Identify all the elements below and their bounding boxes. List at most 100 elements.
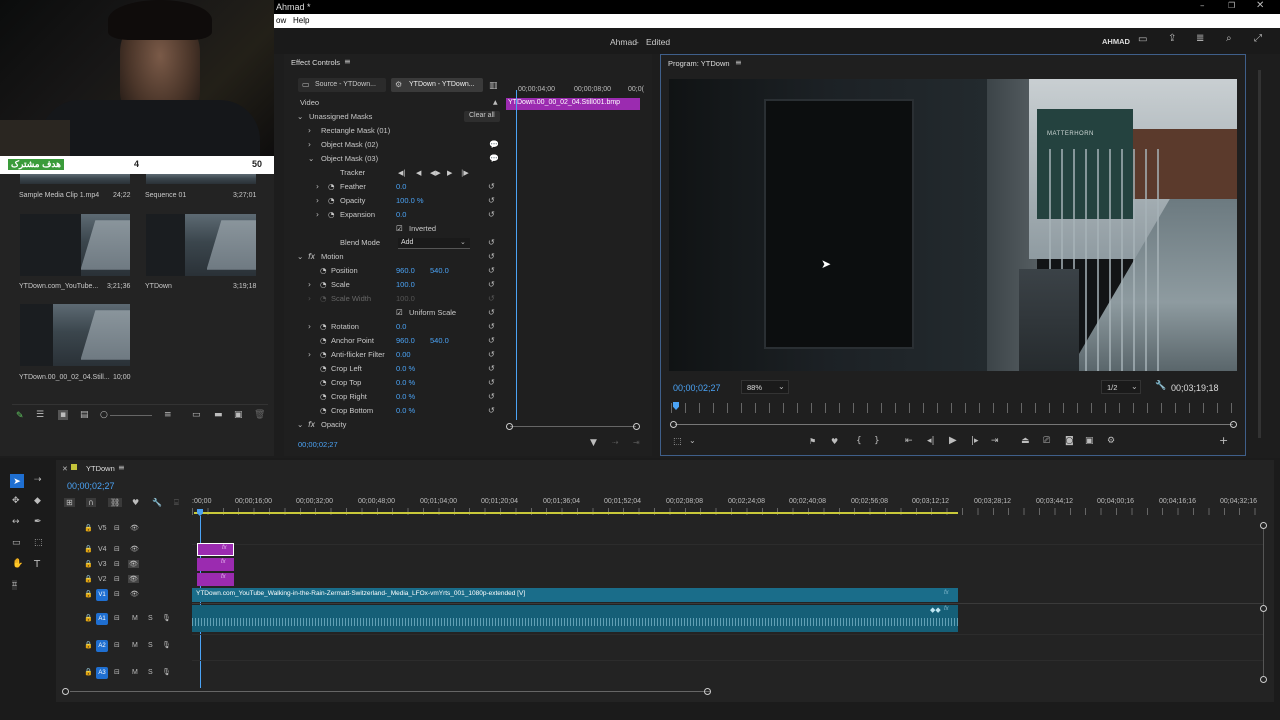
scroll-handle-bottom[interactable] <box>1260 605 1267 612</box>
panel-title[interactable]: Effect Controls <box>291 58 340 67</box>
scroll-handle-top[interactable] <box>1260 522 1267 529</box>
scroll-handle-audio[interactable] <box>1260 676 1267 683</box>
stopwatch-icon[interactable]: ◔ <box>320 362 327 376</box>
opacity-value[interactable]: 100.0 % <box>396 194 424 208</box>
add-marker-icon[interactable]: ♥ <box>831 437 838 446</box>
safe-margins-icon[interactable]: ⬚ <box>673 437 682 447</box>
add-button-icon[interactable]: + <box>1219 434 1228 447</box>
scroll-handle-left[interactable] <box>506 423 513 430</box>
sync-lock-icon[interactable]: ⊟ <box>114 641 120 649</box>
stopwatch-icon[interactable]: ◔ <box>328 180 335 194</box>
sync-lock-icon[interactable]: ⊟ <box>114 560 120 568</box>
feather-value[interactable]: 0.0 <box>396 180 406 194</box>
thumb-ytdown-youtube[interactable] <box>20 214 130 276</box>
mute-a1[interactable]: M <box>132 615 138 622</box>
thumb-sequence01[interactable] <box>146 174 256 184</box>
lock-icon[interactable]: 🔒 <box>84 668 93 676</box>
marker-icon[interactable]: ⚑ <box>809 437 816 446</box>
marquee-icon[interactable]: ⬚ <box>34 538 43 548</box>
menu-help[interactable]: Help <box>293 16 309 25</box>
timeline-zoom-scrollbar[interactable] <box>70 691 710 692</box>
crop-left-value[interactable]: 0.0 % <box>396 362 415 376</box>
export-icon[interactable]: ⇢ <box>612 438 619 447</box>
chevron-down-icon[interactable]: ⌄ <box>297 110 303 124</box>
filter-icon[interactable]: ▼ <box>590 438 597 448</box>
track-forward-all-icon[interactable]: |▶ <box>461 166 469 180</box>
eye-icon[interactable]: 👁 <box>130 524 139 532</box>
sync-lock-icon[interactable]: ⊟ <box>114 524 120 532</box>
scale-value[interactable]: 100.0 <box>396 278 415 292</box>
lock-icon[interactable]: 🔒 <box>84 641 93 649</box>
lock-icon[interactable]: 🔒 <box>84 524 93 532</box>
blend-mode-select[interactable]: Add ⌄ <box>398 238 470 249</box>
workspace-user[interactable]: AHMAD <box>1102 37 1130 46</box>
snap-icon[interactable]: ∩ <box>86 498 96 507</box>
eye-icon[interactable]: 👁 <box>130 590 139 598</box>
panel-menu-icon[interactable]: ≡ <box>118 463 125 472</box>
clip-v1-video[interactable]: YTDown.com_YouTube_Walking-in-the-Rain-Z… <box>192 588 958 602</box>
hand-icon[interactable]: ✋ <box>12 559 23 569</box>
track-target-a2[interactable]: A2 <box>96 640 108 652</box>
scroll-handle-right[interactable] <box>1230 421 1237 428</box>
reset-icon[interactable]: ↺ <box>488 350 495 359</box>
reset-icon[interactable]: ↺ <box>488 392 495 401</box>
sync-lock-icon[interactable]: ⊟ <box>114 545 120 553</box>
anchor-y[interactable]: 540.0 <box>430 334 449 348</box>
program-ruler[interactable] <box>671 403 1237 413</box>
lift-icon[interactable]: ⏏ <box>1021 436 1030 446</box>
chevron-down-icon[interactable]: ⌄ <box>308 152 314 166</box>
track-both-icon[interactable]: ◀▶ <box>430 166 441 180</box>
zoom-select[interactable]: 88% ⌄ <box>741 380 789 394</box>
comment-icon[interactable]: 💬 <box>489 154 499 163</box>
chevron-right-icon[interactable]: › <box>308 124 311 138</box>
step-forward-icon[interactable]: |▸ <box>971 436 979 446</box>
ripple-edit-icon[interactable]: ✥ <box>12 496 20 506</box>
mark-out-icon[interactable]: } <box>874 436 880 446</box>
chevron-down-icon[interactable]: ⌄ <box>297 418 303 432</box>
chevron-right-icon[interactable]: › <box>308 138 311 152</box>
clip-v4-still[interactable]: fx <box>197 543 234 556</box>
collapse-icon[interactable]: ▲ <box>493 99 498 106</box>
timeline-timecode[interactable]: 00;00;02;27 <box>67 481 115 491</box>
mic-icon[interactable]: 🎙 <box>162 641 171 649</box>
stopwatch-icon[interactable]: ◔ <box>320 390 327 404</box>
new-bin-icon[interactable]: ▬ <box>214 410 223 420</box>
sequence-tab[interactable]: ⚙ YTDown - YTDown... <box>391 78 483 92</box>
add-marker-icon[interactable]: ♥ <box>132 498 139 507</box>
stopwatch-icon[interactable]: ◔ <box>320 348 327 362</box>
chevron-right-icon[interactable]: › <box>308 320 311 334</box>
comment-icon[interactable]: 💬 <box>489 140 499 149</box>
reset-icon[interactable]: ↺ <box>488 322 495 331</box>
reset-icon[interactable]: ↺ <box>488 336 495 345</box>
solo-a2[interactable]: S <box>148 642 153 649</box>
menu-window[interactable]: ow <box>276 16 286 25</box>
lock-icon[interactable]: 🔒 <box>84 614 93 622</box>
share-icon[interactable]: ⇪ <box>1168 33 1176 44</box>
reset-icon[interactable]: ↺ <box>488 378 495 387</box>
position-y[interactable]: 540.0 <box>430 264 449 278</box>
search-icon[interactable]: ⌕ <box>1226 33 1232 44</box>
track-back-icon[interactable]: ◀ <box>416 166 421 180</box>
scroll-handle-right[interactable] <box>633 423 640 430</box>
reset-icon[interactable]: ↺ <box>488 196 495 205</box>
close-icon[interactable]: ✕ <box>1256 0 1264 11</box>
panel-menu-icon[interactable]: ≡ <box>735 58 742 67</box>
program-title[interactable]: Program: YTDown <box>668 59 730 68</box>
scroll-handle-left[interactable] <box>62 688 69 695</box>
lock-icon[interactable]: 🔒 <box>84 545 93 553</box>
chevron-right-icon[interactable]: › <box>316 194 319 208</box>
eye-icon[interactable]: 👁 <box>130 545 139 553</box>
stopwatch-icon[interactable]: ◔ <box>328 194 335 208</box>
clip-v3[interactable]: fx <box>197 558 234 571</box>
scroll-handle-right[interactable] <box>704 688 711 695</box>
crop-right-value[interactable]: 0.0 % <box>396 390 415 404</box>
sort-icon[interactable]: ≡ <box>164 410 172 420</box>
panel-menu-icon[interactable]: ≡ <box>344 57 351 66</box>
track-target-a1[interactable]: A1 <box>96 613 108 625</box>
ec-zoom-scrollbar[interactable] <box>510 426 636 427</box>
slip-icon[interactable]: ↔ <box>12 517 20 527</box>
sync-lock-icon[interactable]: ⊟ <box>114 590 120 598</box>
pen-icon[interactable]: ✒ <box>34 517 42 527</box>
type-tool-icon[interactable]: T <box>34 559 40 570</box>
selection-tool-icon[interactable]: ➤ <box>10 474 24 488</box>
